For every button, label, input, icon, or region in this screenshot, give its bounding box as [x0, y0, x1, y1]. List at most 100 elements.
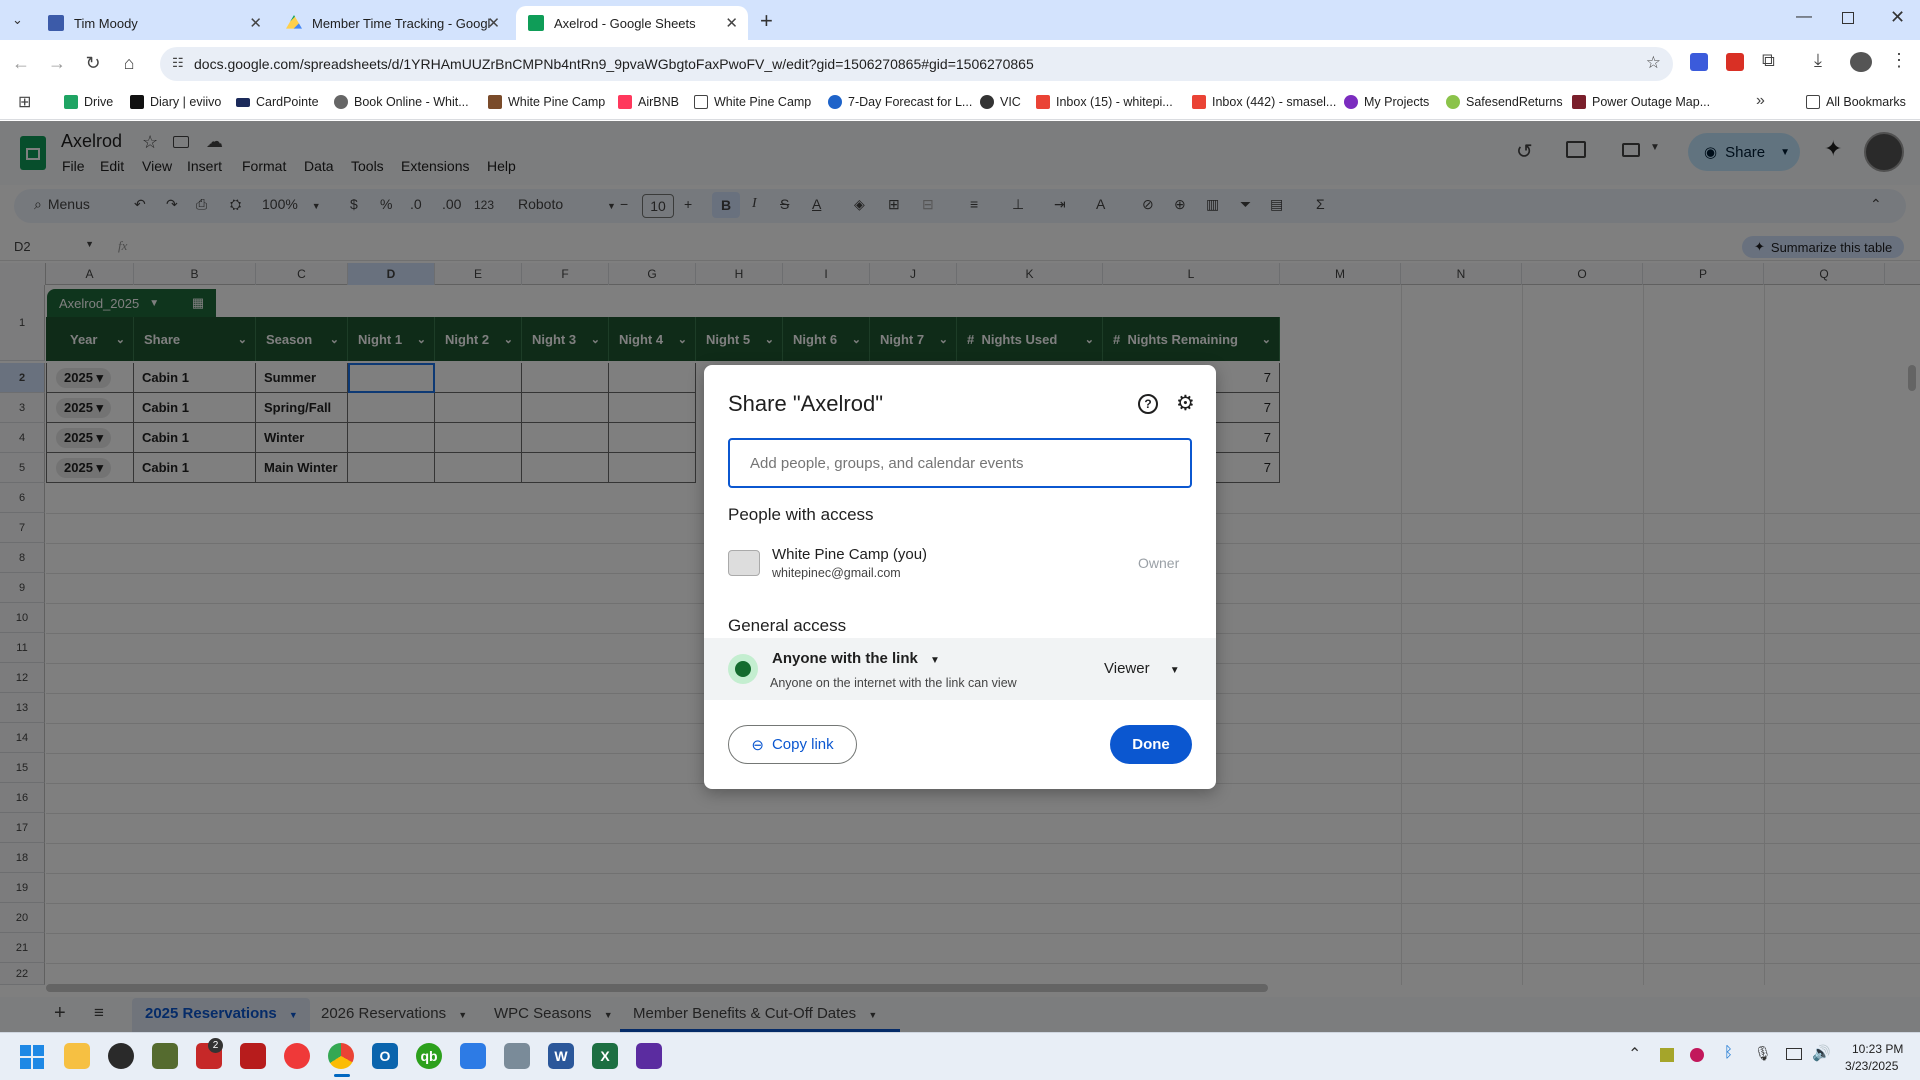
bookmark-white-pine-camp-folder[interactable]: White Pine Camp [694, 95, 811, 109]
browser-tab-tim-moody[interactable]: Tim Moody ✕ [36, 6, 272, 40]
snipping-tool-icon[interactable] [460, 1043, 486, 1069]
bluetooth-icon[interactable]: ᛒ [1724, 1044, 1733, 1061]
close-tab-icon[interactable]: ✕ [249, 14, 262, 32]
weather-icon [828, 95, 842, 109]
close-tab-icon[interactable]: ✕ [725, 14, 738, 32]
chrome-icon[interactable] [328, 1043, 354, 1069]
person-name: White Pine Camp (you) [772, 546, 928, 563]
extension-icon[interactable] [1726, 53, 1744, 71]
download-icon[interactable]: ⤓ [1814, 50, 1822, 71]
minimize-icon[interactable]: — [1796, 8, 1812, 26]
person-row[interactable]: White Pine Camp (you) whitepinec@gmail.c… [704, 540, 1216, 590]
card-icon [236, 97, 250, 107]
gmail-icon [1192, 95, 1206, 109]
airbnb-icon [618, 95, 632, 109]
apps-grid-icon[interactable]: ⊞ [18, 92, 31, 112]
bookmark-white-pine-camp[interactable]: White Pine Camp [488, 95, 605, 109]
url-bar[interactable]: ☷ docs.google.com/spreadsheets/d/1YRHAmU… [160, 47, 1673, 81]
vic-icon [980, 95, 994, 109]
tray-icon[interactable] [1660, 1048, 1674, 1062]
volume-icon[interactable]: 🔊 [1812, 1044, 1831, 1062]
bookmark-inbox-smasel[interactable]: Inbox (442) - smasel... [1192, 95, 1336, 109]
settings-gear-icon[interactable]: ⚙ [1176, 391, 1195, 416]
browser-tab-axelrod[interactable]: Axelrod - Google Sheets ✕ [516, 6, 748, 40]
tab-search-chevron-icon[interactable]: ⌄ [12, 12, 23, 28]
bookmark-drive[interactable]: Drive [64, 95, 113, 109]
person-role: Owner [1138, 555, 1180, 571]
app-icon[interactable] [636, 1043, 662, 1069]
close-window-icon[interactable]: ✕ [1890, 7, 1905, 28]
bookmark-inbox-whitepine[interactable]: Inbox (15) - whitepi... [1036, 95, 1173, 109]
access-role-dropdown[interactable]: Viewer ▼ [1104, 660, 1180, 677]
profile-avatar[interactable] [1850, 52, 1872, 72]
active-app-indicator [334, 1074, 350, 1077]
show-hidden-icons-icon[interactable]: ⌃ [1628, 1044, 1641, 1064]
word-icon[interactable]: W [548, 1043, 574, 1069]
browser-menu-icon[interactable]: ⋮ [1890, 50, 1908, 71]
back-icon[interactable]: ← [8, 50, 34, 76]
bookmark-safesendreturns[interactable]: SafesendReturns [1446, 95, 1563, 109]
extension-icon[interactable] [1690, 53, 1708, 71]
quickbooks-icon[interactable]: qb [416, 1043, 442, 1069]
add-people-input[interactable] [728, 438, 1192, 488]
new-tab-icon[interactable]: + [760, 8, 773, 34]
power-map-icon [1572, 95, 1586, 109]
windows-start-icon[interactable] [20, 1045, 44, 1069]
bookmark-power-outage-map[interactable]: Power Outage Map... [1572, 95, 1710, 109]
outlook-icon[interactable]: O [372, 1043, 398, 1069]
access-type-dropdown[interactable]: Anyone with the link ▼ [772, 650, 940, 667]
cricut-icon[interactable] [108, 1043, 134, 1069]
sheets-icon [528, 15, 544, 31]
bookmark-star-icon[interactable]: ☆ [1646, 53, 1661, 73]
copy-link-button[interactable]: ⊖ Copy link [728, 725, 857, 764]
vivaldi-icon[interactable] [284, 1043, 310, 1069]
url-text: docs.google.com/spreadsheets/d/1YRHAmUUZ… [194, 56, 1034, 72]
bookmark-my-projects[interactable]: My Projects [1344, 95, 1429, 109]
network-icon[interactable] [1786, 1048, 1802, 1060]
general-access-heading: General access [728, 616, 847, 635]
app-icon[interactable] [240, 1043, 266, 1069]
globe-icon [728, 654, 758, 684]
all-bookmarks[interactable]: All Bookmarks [1806, 95, 1906, 109]
person-email: whitepinec@gmail.com [772, 566, 901, 580]
access-description: Anyone on the internet with the link can… [770, 676, 1017, 690]
person-avatar [728, 550, 760, 576]
bookmark-airbnb[interactable]: AirBNB [618, 95, 679, 109]
forms-icon [48, 15, 64, 31]
browser-tab-member-time-tracking[interactable]: Member Time Tracking - Googl ✕ [274, 6, 510, 40]
safesend-icon [1446, 95, 1460, 109]
excel-icon[interactable]: X [592, 1043, 618, 1069]
bookmark-diary[interactable]: Diary | eviivo [130, 95, 221, 109]
clock-time[interactable]: 10:23 PM [1852, 1042, 1903, 1056]
folder-icon [1806, 95, 1820, 109]
more-bookmarks-icon[interactable]: » [1756, 92, 1765, 110]
forward-icon[interactable]: → [44, 50, 70, 76]
done-button[interactable]: Done [1110, 725, 1192, 764]
help-icon[interactable]: ? [1138, 394, 1158, 414]
restore-icon[interactable] [1842, 12, 1854, 24]
home-icon[interactable]: ⌂ [116, 50, 142, 76]
app-icon[interactable] [504, 1043, 530, 1069]
close-tab-icon[interactable]: ✕ [487, 14, 500, 32]
link-icon: ⊖ [751, 736, 764, 754]
app-icon[interactable] [152, 1043, 178, 1069]
drive-icon [286, 15, 302, 29]
globe-icon [334, 95, 348, 109]
bookmark-vic[interactable]: VIC [980, 95, 1021, 109]
browser-tab-strip: ⌄ Tim Moody ✕ Member Time Tracking - Goo… [0, 0, 1920, 40]
reload-icon[interactable]: ↻ [80, 50, 106, 76]
file-explorer-icon[interactable] [64, 1043, 90, 1069]
bookmark-cardpointe[interactable]: CardPointe [236, 95, 319, 109]
bookmark-book-online[interactable]: Book Online - Whit... [334, 95, 469, 109]
clock-date[interactable]: 3/23/2025 [1845, 1059, 1898, 1073]
extensions-puzzle-icon[interactable]: ⧉ [1762, 50, 1775, 71]
general-access-row: Anyone with the link ▼ Anyone on the int… [704, 638, 1216, 700]
notification-badge: 2 [208, 1038, 223, 1053]
people-with-access-heading: People with access [728, 505, 874, 524]
gmail-icon [1036, 95, 1050, 109]
microphone-icon[interactable]: 🎙 [1754, 1045, 1772, 1062]
drive-icon [64, 95, 78, 109]
bookmark-forecast[interactable]: 7-Day Forecast for L... [828, 95, 972, 109]
site-info-icon[interactable]: ☷ [172, 55, 184, 71]
tray-icon[interactable] [1690, 1048, 1704, 1062]
